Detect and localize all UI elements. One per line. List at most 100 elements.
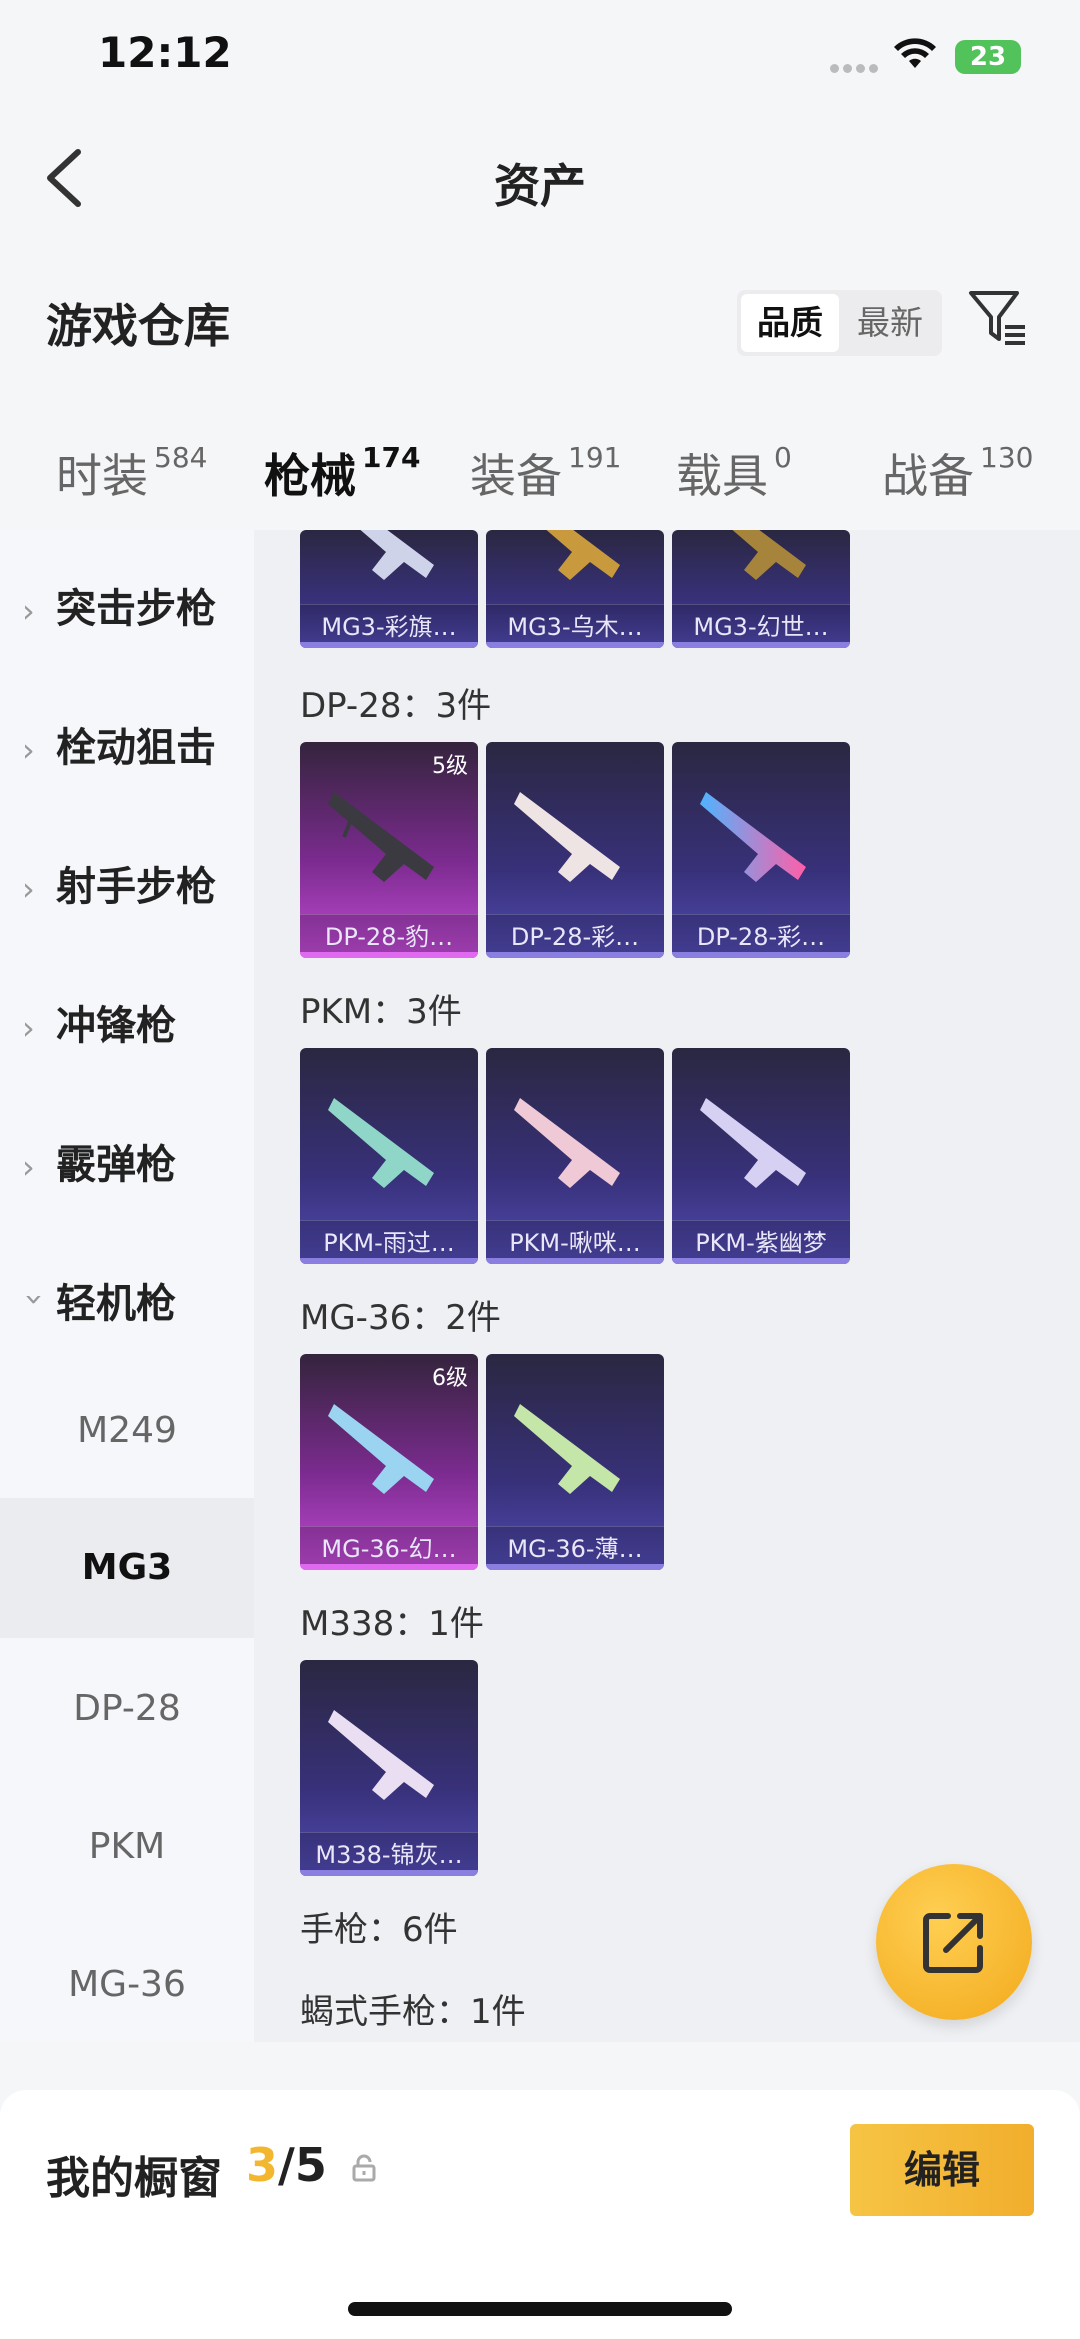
quality-bar	[672, 1258, 850, 1264]
group-header-scorpion: 蝎式手枪：1件	[300, 1992, 526, 2032]
tab-count: 130	[980, 441, 1034, 474]
sidebar-item-smg[interactable]: › 冲锋枪	[22, 993, 176, 1051]
wifi-icon	[893, 38, 937, 76]
quality-bar	[486, 1258, 664, 1264]
sidebar-sub-mg36[interactable]: MG-36	[0, 1964, 254, 2005]
sidebar-sub-dp28[interactable]: DP-28	[0, 1688, 254, 1729]
chevron-right-icon: ›	[22, 592, 35, 630]
gun-image	[328, 1098, 434, 1188]
tab-count: 174	[362, 441, 421, 474]
group-header-pkm: PKM：3件	[300, 992, 462, 1032]
showcase-used: 3	[246, 2138, 279, 2192]
quality-bar	[300, 642, 478, 648]
quality-bar	[486, 952, 664, 958]
sidebar-item-label: 轻机枪	[56, 1281, 176, 1327]
warehouse-title: 游戏仓库	[46, 299, 230, 353]
item-card[interactable]: DP-28-彩…	[672, 742, 850, 958]
sidebar-item-label: 射手步枪	[56, 864, 216, 910]
gun-image	[328, 1710, 434, 1800]
gun-image	[514, 1404, 620, 1494]
home-indicator	[348, 2302, 732, 2316]
tab-count: 191	[568, 441, 622, 474]
item-card[interactable]: 5级 DP-28-豹…	[300, 742, 478, 958]
item-card[interactable]: MG-36-薄…	[486, 1354, 664, 1570]
item-card[interactable]: DP-28-彩…	[486, 742, 664, 958]
gun-image	[514, 1098, 620, 1188]
sidebar-item-label: 冲锋枪	[56, 1003, 176, 1049]
group-header-m338: M338：1件	[300, 1604, 484, 1644]
tab-label: 载具	[676, 449, 768, 503]
group-header-pistol: 手枪：6件	[300, 1910, 458, 1950]
tab-count: 0	[774, 441, 792, 474]
item-card[interactable]: MG3-彩旗…	[300, 530, 478, 648]
quality-bar	[486, 1564, 664, 1570]
gun-image	[360, 530, 434, 580]
item-card[interactable]: MG3-幻世…	[672, 530, 850, 648]
group-header-mg36: MG-36：2件	[300, 1298, 501, 1338]
chevron-down-icon: ›	[16, 1293, 54, 1306]
tab-fashion[interactable]: 时装 584	[56, 440, 207, 506]
battery-icon: 23	[955, 40, 1021, 74]
page-title: 资产	[494, 159, 586, 213]
showcase-total: /5	[278, 2138, 327, 2192]
quality-bar	[300, 952, 478, 958]
chevron-right-icon: ›	[22, 1148, 35, 1186]
sidebar-item-marksman-rifle[interactable]: › 射手步枪	[22, 854, 216, 912]
sidebar-item-lmg[interactable]: ›轻机枪	[16, 1271, 176, 1329]
item-list: MG3-彩旗… MG3-乌木… MG3-幻世… DP-28：3件 5级 DP-2…	[254, 530, 1080, 2042]
tab-label: 时装	[56, 449, 148, 503]
sidebar-item-shotgun[interactable]: › 霰弹枪	[22, 1132, 176, 1190]
share-icon	[923, 1913, 983, 1973]
tab-label: 装备	[470, 449, 562, 503]
quality-bar	[672, 642, 850, 648]
chevron-right-icon: ›	[22, 731, 35, 769]
sidebar-item-assault-rifle[interactable]: › 突击步枪	[22, 576, 216, 634]
tab-supplies[interactable]: 战备 130	[882, 440, 1033, 506]
quality-bar	[672, 952, 850, 958]
showcase-title: 我的橱窗	[46, 2153, 222, 2204]
tab-firearms[interactable]: 枪械 174	[264, 440, 421, 552]
gun-image	[546, 530, 620, 580]
sort-quality-option[interactable]: 品质	[741, 294, 839, 352]
share-button[interactable]	[876, 1864, 1032, 2020]
status-time: 12:12	[98, 28, 232, 77]
quality-bar	[300, 1870, 478, 1876]
quality-bar	[486, 642, 664, 648]
tab-equipment[interactable]: 装备 191	[470, 440, 621, 506]
filter-icon[interactable]	[965, 285, 1029, 353]
gun-image	[732, 530, 806, 580]
chevron-right-icon: ›	[22, 1009, 35, 1047]
signal-icon	[830, 64, 878, 74]
sidebar-item-label: 霰弹枪	[56, 1142, 176, 1188]
sidebar-item-label: 栓动狙击	[56, 725, 216, 771]
tab-label: 战备	[882, 449, 974, 503]
sidebar-sub-m249[interactable]: M249	[0, 1410, 254, 1451]
lock-icon	[350, 2154, 378, 2188]
showcase-count: 3/5	[246, 2138, 327, 2192]
item-card[interactable]: PKM-紫幽梦	[672, 1048, 850, 1264]
category-tabs: 时装 584 枪械 174 装备 191 载具 0 战备 130	[0, 400, 1080, 552]
gun-image	[328, 792, 434, 882]
item-card[interactable]: M338-锦灰…	[300, 1660, 478, 1876]
quality-bar	[300, 1564, 478, 1570]
edit-button[interactable]: 编辑	[850, 2124, 1034, 2216]
sidebar-sub-pkm[interactable]: PKM	[0, 1826, 254, 1867]
weapon-category-sidebar: › 突击步枪 › 栓动狙击 › 射手步枪 › 冲锋枪 › 霰弹枪 ›轻机枪 M249 MG…	[0, 530, 254, 2042]
sort-toggle: 品质 最新	[737, 290, 942, 356]
item-card[interactable]: PKM-雨过…	[300, 1048, 478, 1264]
gun-image	[514, 792, 620, 882]
item-card[interactable]: PKM-啾咪…	[486, 1048, 664, 1264]
gun-image	[700, 792, 806, 882]
sort-latest-option[interactable]: 最新	[841, 294, 939, 352]
tab-label: 枪械	[264, 449, 356, 503]
gun-image	[328, 1404, 434, 1494]
item-card[interactable]: MG3-乌木…	[486, 530, 664, 648]
tab-vehicles[interactable]: 载具 0	[676, 440, 792, 506]
tab-count: 584	[154, 441, 208, 474]
sidebar-item-label: 突击步枪	[56, 586, 216, 632]
sidebar-sub-mg3[interactable]: MG3	[0, 1498, 254, 1638]
item-card[interactable]: 6级 MG-36-幻…	[300, 1354, 478, 1570]
sidebar-item-bolt-sniper[interactable]: › 栓动狙击	[22, 715, 216, 773]
gun-image	[700, 1098, 806, 1188]
chevron-right-icon: ›	[22, 870, 35, 908]
